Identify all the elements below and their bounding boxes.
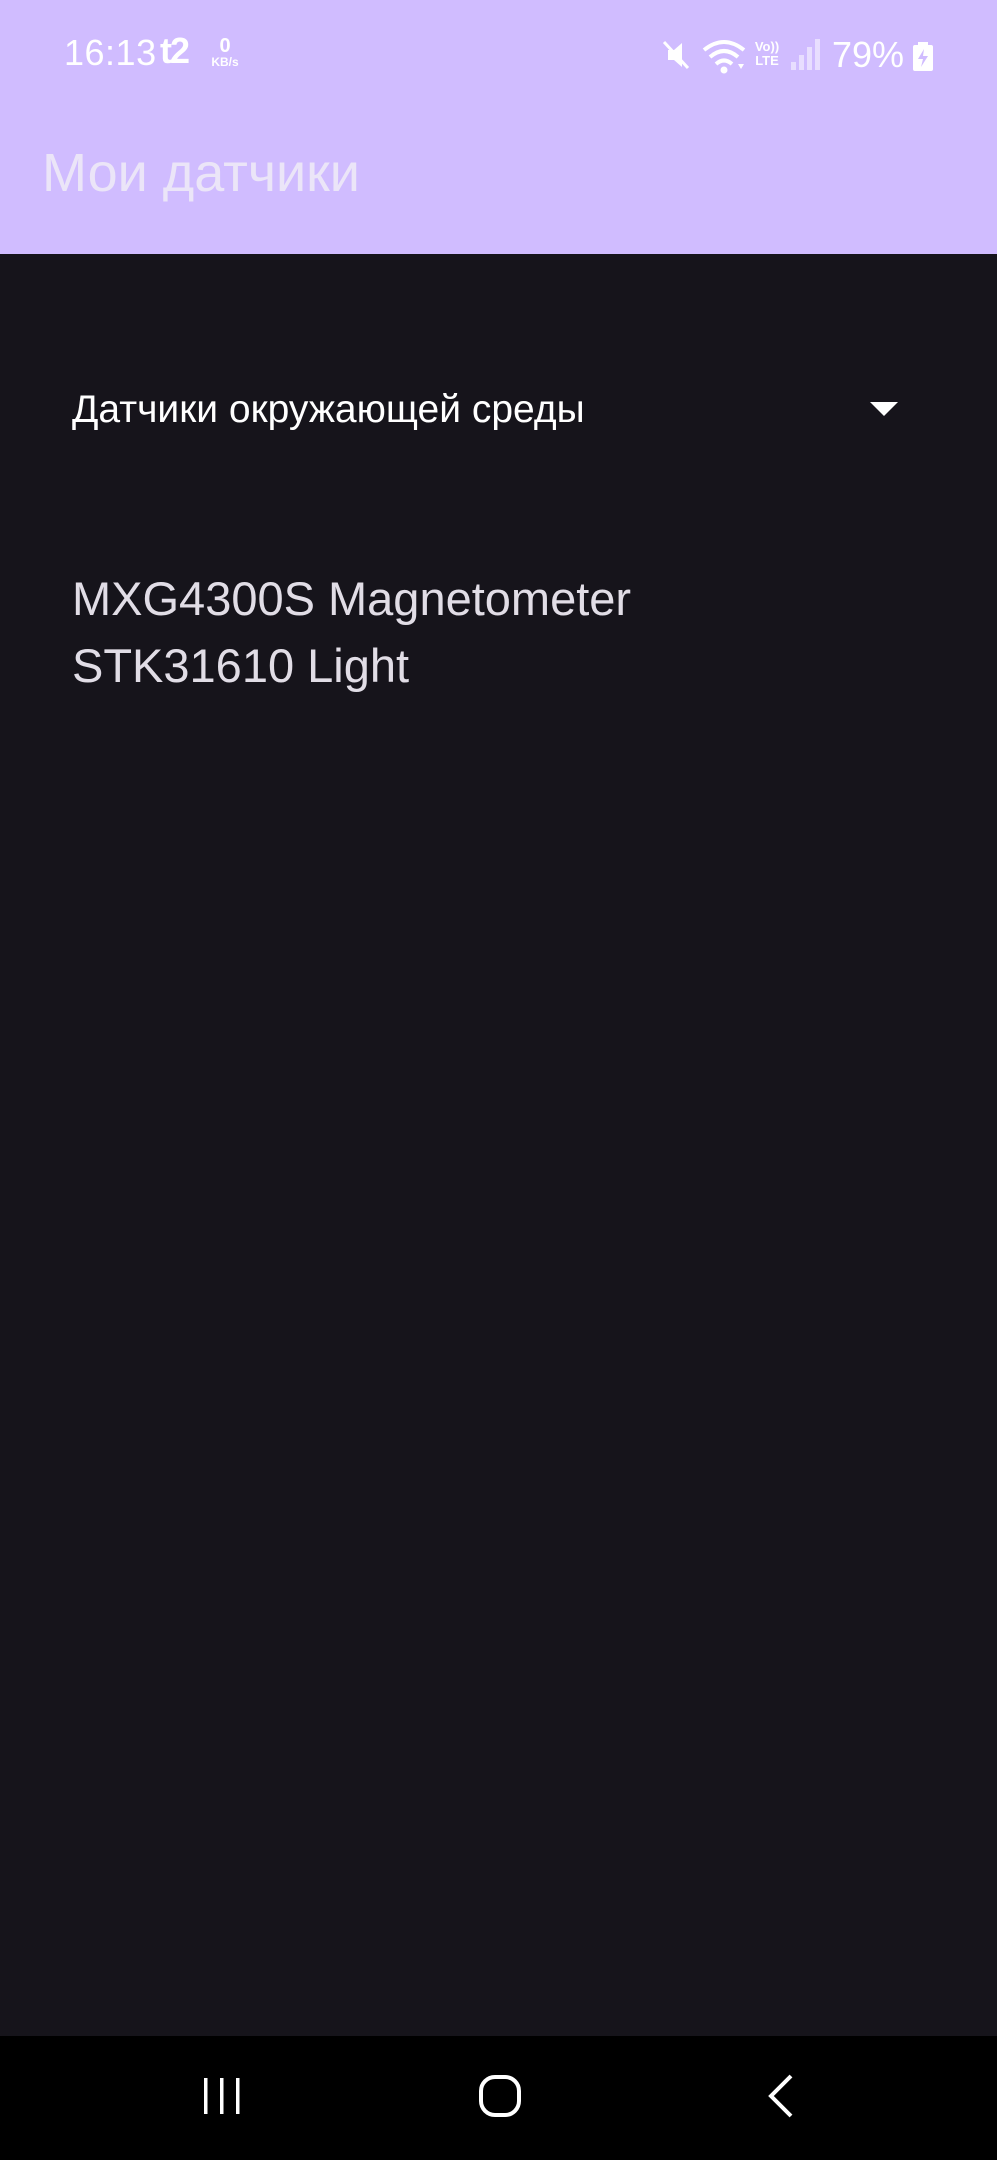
sensor-item: MXG4300S Magnetometer [72,572,632,625]
home-button[interactable] [440,2060,560,2136]
app-header: 16:13 t2 0 KB/s Vo)) LTE 79% Мои датчики [0,0,997,254]
signal-icon [790,38,820,77]
recent-apps-icon [200,2076,244,2121]
category-dropdown[interactable]: Датчики окружающей среды [72,380,912,444]
home-icon [478,2074,522,2123]
sensor-list: MXG4300S Magnetometer STK31610 Light [72,565,932,699]
recent-apps-button[interactable] [162,2060,282,2136]
mute-icon [660,38,692,77]
dropdown-arrow-icon [870,402,898,421]
volte-indicator: Vo)) LTE [750,39,784,69]
page-title: Мои датчики [42,143,360,203]
back-button[interactable] [720,2060,840,2136]
network-speed: 0 KB/s [205,36,245,68]
status-time: 16:13 [64,32,157,73]
network-speed-value: 0 [219,35,231,57]
category-dropdown-value: Датчики окружающей среды [72,388,585,431]
battery-charging-icon [912,42,934,77]
volte-top-label: Vo)) [754,39,780,54]
volte-bottom-label: LTE [755,53,779,69]
sensor-item: STK31610 Light [72,639,410,692]
back-icon [765,2073,795,2124]
wifi-icon [702,38,746,79]
status-bar: 16:13 t2 0 KB/s Vo)) LTE 79% [0,0,997,112]
carrier-logo: t2 [160,30,190,71]
battery-percentage: 79% [832,34,905,75]
network-speed-unit: KB/s [211,55,239,69]
navigation-bar [0,2036,997,2160]
